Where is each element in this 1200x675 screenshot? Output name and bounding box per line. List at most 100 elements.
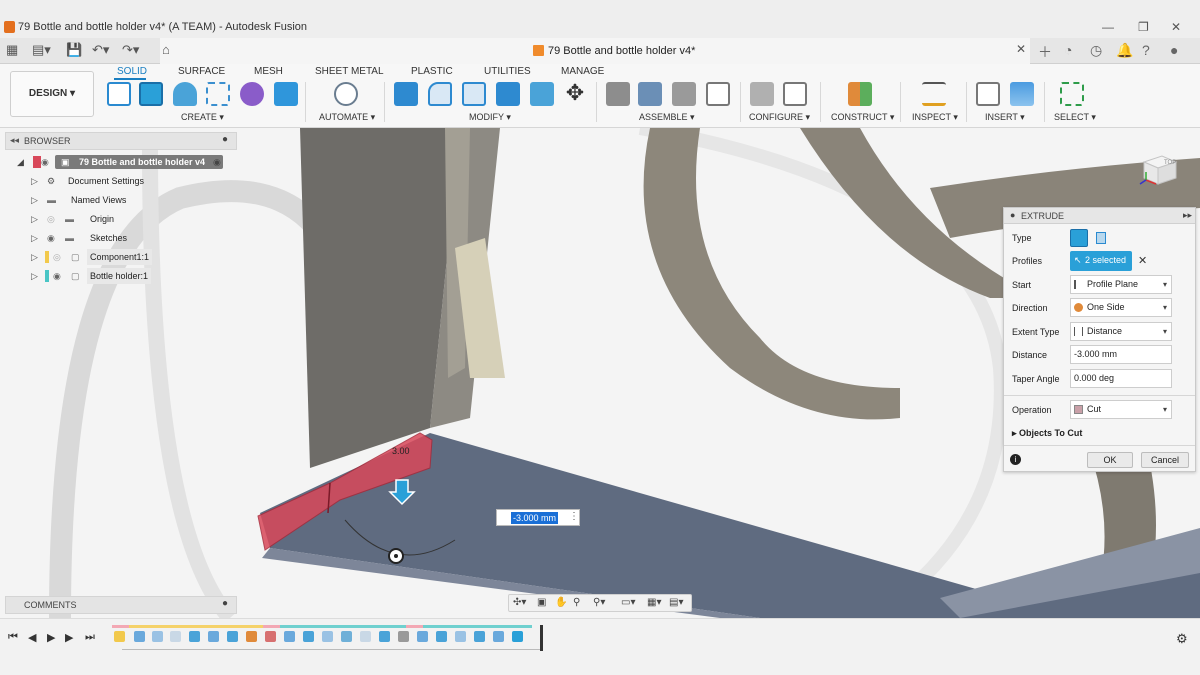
combine-icon[interactable] <box>530 82 554 106</box>
extensions-icon[interactable]: ◔ <box>1064 42 1072 58</box>
timeline-feature-icon[interactable] <box>474 631 485 642</box>
look-at-icon[interactable]: ▣ <box>537 597 546 608</box>
timeline-feature-icon[interactable] <box>303 631 314 642</box>
workspace-switcher[interactable]: DESIGN ▾ <box>10 71 94 117</box>
extrude-icon[interactable] <box>139 82 163 106</box>
eye-hidden-icon[interactable]: ◎ <box>53 249 61 265</box>
start-dropdown[interactable]: Profile Plane ▾ <box>1070 275 1172 294</box>
pin-icon[interactable]: ● <box>222 134 228 145</box>
radio-icon[interactable]: ◉ <box>213 154 221 170</box>
timeline-feature-icon[interactable] <box>341 631 352 642</box>
configure-group-label[interactable]: CONFIGURE ▾ <box>749 112 810 123</box>
direction-dropdown[interactable]: One Side ▾ <box>1070 298 1172 317</box>
grid-menu-icon[interactable]: ▦ <box>6 42 18 58</box>
revolve-icon[interactable] <box>173 82 197 106</box>
browser-item-sketches[interactable]: ▷ ◉ ▬ Sketches <box>31 230 231 246</box>
tab-sheet-metal[interactable]: SHEET METAL <box>315 66 384 77</box>
tab-manage[interactable]: MANAGE <box>561 66 604 77</box>
timeline-feature-icon[interactable] <box>152 631 163 642</box>
display-settings-icon[interactable]: ▭▾ <box>621 597 635 608</box>
close-button[interactable]: ✕ <box>1171 20 1181 34</box>
ok-button[interactable]: OK <box>1087 452 1133 468</box>
close-tab-icon[interactable]: ✕ <box>1016 42 1026 56</box>
caret-right-icon[interactable]: ▷ <box>31 249 38 265</box>
select-group-label[interactable]: SELECT ▾ <box>1054 112 1096 123</box>
info-icon[interactable]: i <box>1010 454 1021 465</box>
caret-down-icon[interactable]: ◢ <box>17 154 24 170</box>
minimize-button[interactable]: — <box>1102 20 1114 34</box>
browser-root-item[interactable]: ◢ ◉ ▣ 79 Bottle and bottle holder v4 ◉ <box>17 154 232 170</box>
timeline-feature-icon[interactable] <box>284 631 295 642</box>
caret-right-icon[interactable]: ▷ <box>31 268 38 284</box>
browser-item-origin[interactable]: ▷ ◎ ▬ Origin <box>31 211 231 227</box>
add-comment-icon[interactable]: ● <box>222 598 228 609</box>
operation-dropdown[interactable]: Cut ▾ <box>1070 400 1172 419</box>
move-icon[interactable]: ✥ <box>563 82 587 106</box>
configure-icon[interactable] <box>750 82 774 106</box>
offset-plane-icon[interactable] <box>848 82 872 106</box>
new-component-icon[interactable] <box>606 82 630 106</box>
document-tab[interactable]: ⌂ 79 Bottle and bottle holder v4* ✕ <box>160 38 1030 64</box>
zoom-icon[interactable]: ⚲ <box>573 597 580 608</box>
redo-icon[interactable]: ↷▾ <box>122 42 139 58</box>
insert-group-label[interactable]: INSERT ▾ <box>985 112 1025 123</box>
notifications-icon[interactable]: 🔔 <box>1116 42 1133 59</box>
tab-surface[interactable]: SURFACE <box>178 66 225 77</box>
timeline-feature-icon[interactable] <box>398 631 409 642</box>
create-group-label[interactable]: CREATE ▾ <box>181 112 224 123</box>
joint-origin-icon[interactable] <box>706 82 730 106</box>
insert-canvas-icon[interactable] <box>1010 82 1034 106</box>
eye-hidden-icon[interactable]: ◎ <box>47 211 55 227</box>
taper-angle-input[interactable]: 0.000 deg <box>1070 369 1172 388</box>
fillet-icon[interactable] <box>428 82 452 106</box>
timeline-feature-icon[interactable] <box>417 631 428 642</box>
account-icon[interactable]: ● <box>1170 42 1178 58</box>
timeline-feature-icon[interactable] <box>360 631 371 642</box>
more-options-icon[interactable]: ⋮ <box>569 511 579 522</box>
timeline-feature-icon[interactable] <box>208 631 219 642</box>
step-forward-icon[interactable]: ▶ <box>65 631 73 644</box>
press-pull-icon[interactable] <box>394 82 418 106</box>
play-icon[interactable]: ▶ <box>47 631 55 644</box>
type-thin-button[interactable] <box>1092 229 1110 247</box>
extent-type-dropdown[interactable]: Distance ▾ <box>1070 322 1172 341</box>
eye-icon[interactable]: ◉ <box>41 154 49 170</box>
measure-icon[interactable] <box>922 82 946 106</box>
assemble-group-label[interactable]: ASSEMBLE ▾ <box>639 112 695 123</box>
type-solid-button[interactable] <box>1070 229 1088 247</box>
timeline-feature-icon[interactable] <box>379 631 390 642</box>
browser-item-bottle-holder[interactable]: ▷ ◉ ▢ Bottle holder:1 <box>31 268 231 284</box>
timeline-feature-icon[interactable] <box>436 631 447 642</box>
timeline-feature-icon[interactable] <box>189 631 200 642</box>
as-built-joint-icon[interactable] <box>672 82 696 106</box>
job-status-icon[interactable]: ◷ <box>1090 42 1102 59</box>
automate-group-label[interactable]: AUTOMATE ▾ <box>319 112 375 123</box>
timeline-feature-icon[interactable] <box>170 631 181 642</box>
cancel-button[interactable]: Cancel <box>1141 452 1189 468</box>
tab-mesh[interactable]: MESH <box>254 66 283 77</box>
timeline-feature-icon[interactable] <box>246 631 257 642</box>
maximize-button[interactable]: ❐ <box>1138 20 1149 34</box>
timeline-feature-icon[interactable] <box>227 631 238 642</box>
objects-to-cut-section[interactable]: ▸ Objects To Cut <box>1012 428 1082 439</box>
automate-icon[interactable] <box>334 82 358 106</box>
timeline-feature-icon[interactable] <box>114 631 125 642</box>
form-icon[interactable] <box>240 82 264 106</box>
shell-icon[interactable] <box>496 82 520 106</box>
viewports-icon[interactable]: ▤▾ <box>669 597 683 608</box>
timeline-feature-icon[interactable] <box>265 631 276 642</box>
caret-right-icon[interactable]: ▷ <box>31 211 38 227</box>
go-to-start-icon[interactable]: ⏮ <box>8 631 18 644</box>
timeline-feature-icon[interactable] <box>512 631 523 642</box>
browser-item-document-settings[interactable]: ▷ ⚙ Document Settings <box>31 173 231 189</box>
sweep-icon[interactable] <box>206 82 230 106</box>
timeline-marker[interactable] <box>540 625 543 651</box>
collapse-icon[interactable]: ◂◂ <box>10 135 19 146</box>
help-icon[interactable]: ? <box>1142 42 1150 58</box>
tab-solid[interactable]: SOLID <box>117 66 147 77</box>
save-icon[interactable]: 💾 <box>66 42 82 58</box>
eye-icon[interactable]: ◉ <box>53 268 61 284</box>
distance-dimension-value[interactable]: -3.000 mm <box>511 512 559 524</box>
inspect-group-label[interactable]: INSPECT ▾ <box>912 112 958 123</box>
caret-right-icon[interactable]: ▷ <box>31 173 38 189</box>
